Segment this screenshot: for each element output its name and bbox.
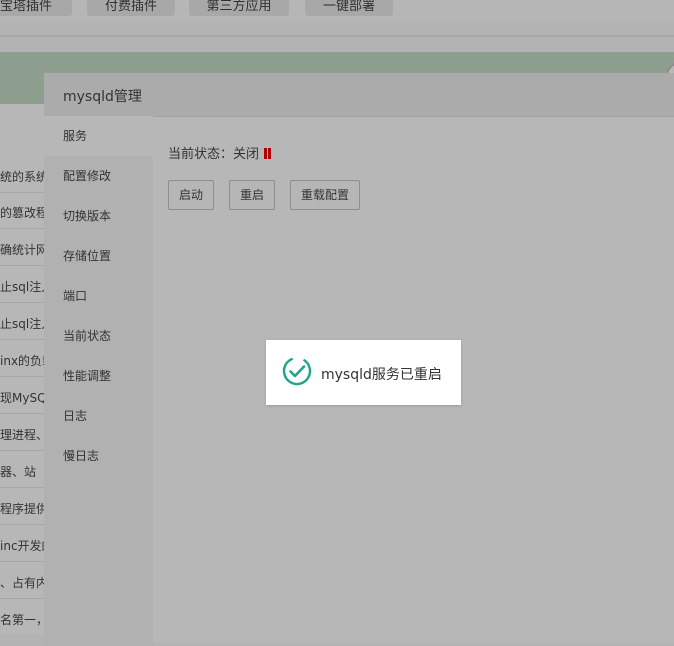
modal-title: mysqld管理	[63, 89, 142, 105]
toast-message: mysqld服务已重启	[321, 367, 442, 383]
reload-config-button[interactable]: 重载配置	[290, 180, 361, 210]
sidebar-item-log[interactable]: 日志	[44, 396, 153, 436]
background-tab-third-party[interactable]: 第三方应用	[189, 0, 289, 16]
background-list-divider	[0, 302, 44, 303]
modal-sidebar: 服务 配置修改 切换版本 存储位置 端口 当前状态 性能调整 日志 慢日志	[44, 116, 153, 646]
background-divider	[0, 35, 674, 37]
sidebar-item-slow-log[interactable]: 慢日志	[44, 436, 153, 476]
background-list-item: 现MySQL	[0, 391, 44, 405]
sidebar-item-config[interactable]: 配置修改	[44, 156, 153, 196]
background-list-item: 止sql注入	[0, 317, 44, 331]
background-list-divider	[0, 192, 44, 193]
background-tab-one-click[interactable]: 一键部署	[305, 0, 393, 16]
pause-icon	[264, 148, 272, 159]
sidebar-item-status[interactable]: 当前状态	[44, 316, 153, 356]
background-tab-paid-plugins[interactable]: 付费插件	[87, 0, 175, 16]
service-status: 当前状态：关闭	[168, 143, 272, 162]
background-list-item: 确统计网	[0, 243, 44, 257]
background-list-item: inc开发的	[0, 539, 44, 553]
sidebar-item-switch-version[interactable]: 切换版本	[44, 196, 153, 236]
background-plugin-list: 统的系统 的篡改程 确统计网 止sql注入 止sql注入 inx的负载 现MyS…	[0, 104, 44, 634]
sidebar-item-port[interactable]: 端口	[44, 276, 153, 316]
background-list-divider	[0, 339, 44, 340]
status-label: 当前状态：关闭	[168, 147, 260, 162]
background-list-divider	[0, 524, 44, 525]
background-list-divider	[0, 376, 44, 377]
background-list-item: 名第一，	[0, 613, 44, 627]
background-list-item: 止sql注入	[0, 280, 44, 294]
background-list-divider	[0, 450, 44, 451]
background-list-divider	[0, 228, 44, 229]
sidebar-item-storage[interactable]: 存储位置	[44, 236, 153, 276]
background-list-divider	[0, 413, 44, 414]
background-list-item: 程序提供	[0, 502, 44, 516]
check-circle-icon	[282, 356, 312, 386]
background-list-item: 、占有内	[0, 576, 44, 590]
background-list-item: 器、站	[0, 465, 37, 479]
background-list-divider	[0, 265, 44, 266]
restart-button[interactable]: 重启	[229, 180, 276, 210]
background-list-item: 统的系统	[0, 170, 44, 184]
background-list-item: 的篡改程	[0, 206, 44, 220]
sidebar-item-performance[interactable]: 性能调整	[44, 356, 153, 396]
background-list-item: inx的负载	[0, 354, 44, 368]
start-button[interactable]: 启动	[168, 180, 215, 210]
background-tab-bt-plugins[interactable]: 宝塔插件	[0, 0, 72, 16]
background-list-item: 理进程、	[0, 428, 44, 442]
sidebar-item-service[interactable]: 服务	[44, 116, 153, 156]
background-list-divider	[0, 487, 44, 488]
modal-header: mysqld管理	[44, 73, 674, 117]
background-list-divider	[0, 598, 44, 599]
background-list-divider	[0, 561, 44, 562]
success-toast: mysqld服务已重启	[266, 340, 461, 405]
